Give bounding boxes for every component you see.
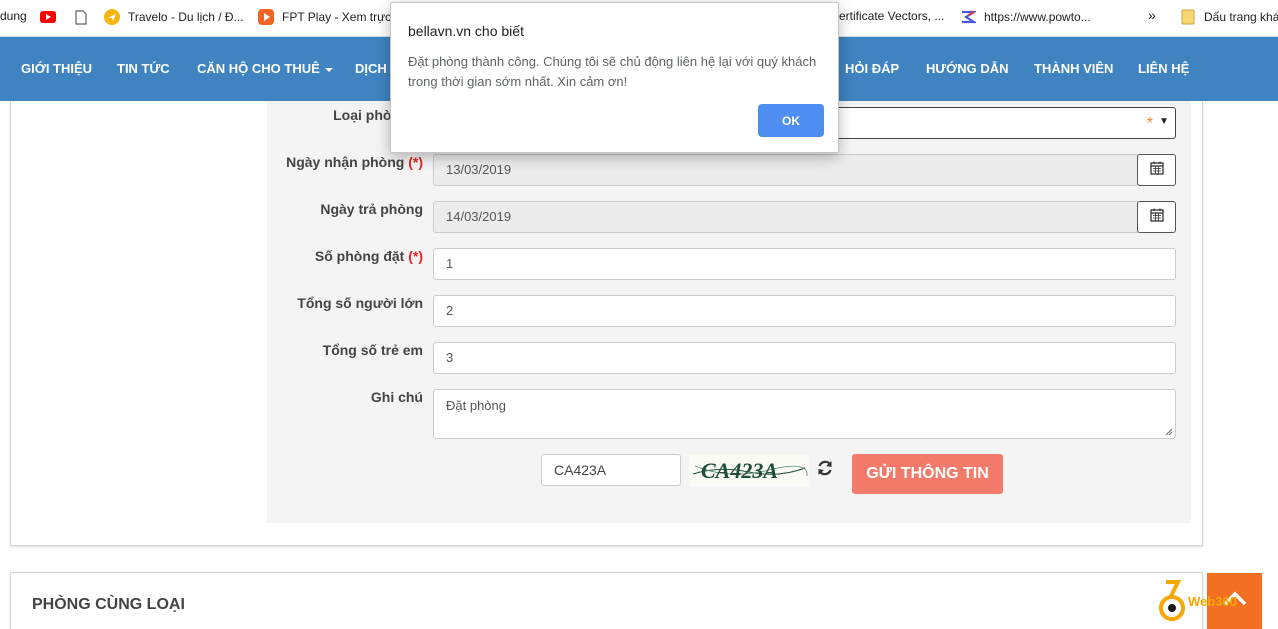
nav-item-lien-he[interactable]: LIÊN HỆ — [1138, 61, 1189, 76]
adults-label: Tổng số người lớn — [297, 295, 423, 311]
travelo-icon — [104, 9, 120, 25]
page-icon — [73, 9, 89, 25]
nav-item-can-ho[interactable]: CĂN HỘ CHO THUÊ — [197, 61, 333, 76]
captcha-input[interactable]: CA423A — [541, 454, 681, 486]
bookmark-other-folder[interactable]: Dấu trang khá — [1180, 9, 1278, 25]
checkout-calendar-button[interactable] — [1137, 201, 1176, 233]
captcha-text: CA423A — [701, 458, 778, 483]
bookmark-fpt-play[interactable]: FPT Play - Xem trực... — [258, 9, 401, 25]
dialog-title: bellavn.vn cho biết — [408, 23, 524, 39]
required-star: * — [1146, 115, 1153, 132]
fpt-play-icon — [258, 9, 274, 25]
checkout-label: Ngày trả phòng — [320, 201, 423, 217]
nav-item-thanh-vien[interactable]: THÀNH VIÊN — [1034, 61, 1113, 76]
calendar-icon — [1149, 208, 1164, 227]
rooms-label: Số phòng đặt (*) — [314, 248, 423, 264]
web360-logo: Web360 — [1158, 578, 1270, 629]
bookmark-page[interactable] — [73, 9, 97, 25]
bookmark-youtube[interactable] — [40, 9, 64, 25]
calendar-icon — [1149, 161, 1164, 180]
bookmark-travelo[interactable]: Travelo - Du lịch / Đ... — [104, 9, 244, 25]
youtube-icon — [40, 9, 56, 25]
powtoon-icon — [960, 9, 976, 25]
nav-item-hoi-dap[interactable]: HỎI ĐÁP — [845, 61, 899, 76]
resize-handle-icon[interactable] — [1165, 428, 1173, 436]
related-rooms-title: PHÒNG CÙNG LOẠI — [32, 596, 185, 613]
more-bookmarks-chevron-icon[interactable]: » — [1148, 7, 1156, 23]
rooms-input[interactable]: 1 — [433, 248, 1176, 280]
ok-button[interactable]: OK — [758, 104, 824, 137]
nav-item-huong-dan[interactable]: HƯỚNG DẪN — [926, 61, 1009, 76]
nav-item-gioi-thieu[interactable]: GIỚI THIỆU — [21, 61, 92, 76]
nav-item-tin-tuc[interactable]: TIN TỨC — [117, 61, 170, 76]
checkin-date-field[interactable]: 13/03/2019 — [433, 154, 1138, 186]
checkin-calendar-button[interactable] — [1137, 154, 1176, 186]
bookmark-powtoon[interactable]: https://www.powto... — [960, 9, 1091, 25]
refresh-captcha-icon[interactable] — [815, 458, 835, 478]
note-label: Ghi chú — [370, 389, 423, 405]
checkin-label: Ngày nhận phòng (*) — [286, 154, 423, 170]
bookmark-certificate[interactable]: ertificate Vectors, ... — [839, 9, 944, 23]
children-input[interactable]: 3 — [433, 342, 1176, 374]
folder-icon — [1180, 9, 1196, 25]
dialog-message: Đặt phòng thành công. Chúng tôi sẽ chủ đ… — [408, 54, 817, 89]
checkout-date-field[interactable]: 14/03/2019 — [433, 201, 1138, 233]
captcha-image: CA423A — [689, 454, 809, 486]
adults-input[interactable]: 2 — [433, 295, 1176, 327]
bookmark-dung[interactable]: dung — [0, 9, 27, 23]
related-rooms-section: PHÒNG CÙNG LOẠI — [10, 572, 1203, 629]
logo-text: Web360 — [1188, 594, 1237, 609]
caret-down-icon — [324, 67, 333, 72]
dropdown-arrow-icon: ▼ — [1159, 116, 1169, 127]
submit-button[interactable]: GỬI THÔNG TIN — [852, 454, 1003, 494]
note-textarea[interactable]: Đặt phòng — [433, 389, 1176, 439]
alert-dialog: bellavn.vn cho biết Đặt phòng thành công… — [390, 2, 839, 153]
children-label: Tổng số trẻ em — [322, 342, 423, 358]
